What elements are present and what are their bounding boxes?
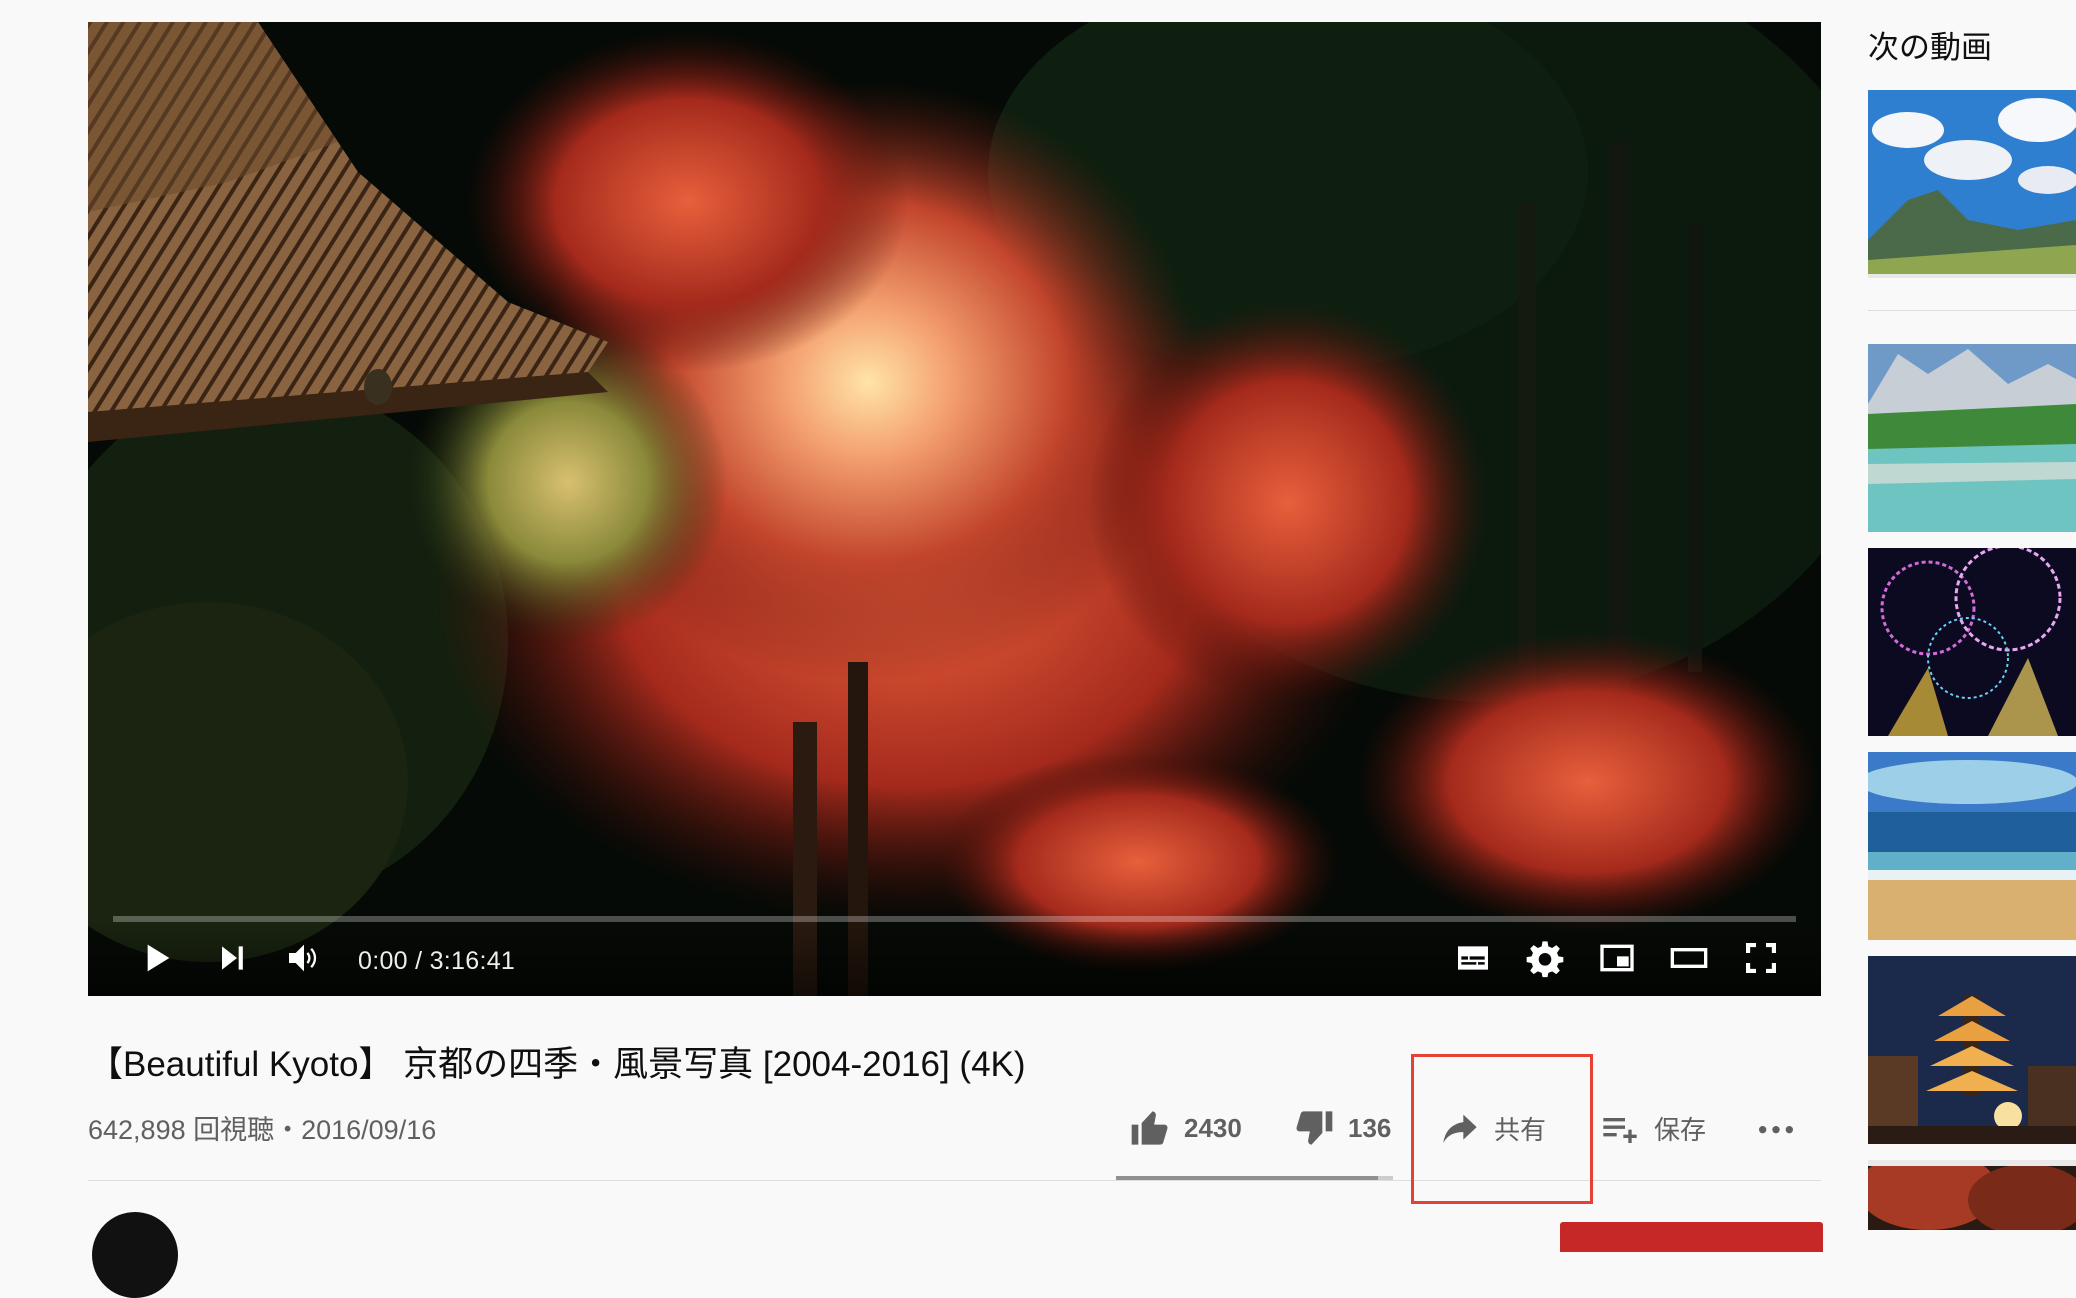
subscribe-button[interactable] [1560, 1222, 1823, 1252]
share-label: 共有 [1494, 1114, 1547, 1145]
beach-thumbnail[interactable] [1868, 752, 2076, 940]
like-count: 2430 [1184, 1112, 1242, 1143]
river-alps-thumbnail[interactable] [1868, 344, 2076, 532]
fullscreen-icon [1746, 943, 1776, 973]
pagoda-night-thumbnail[interactable] [1868, 956, 2076, 1144]
channel-avatar[interactable] [92, 1212, 178, 1298]
play-icon [147, 944, 170, 972]
gear-icon [1526, 941, 1564, 978]
dislike-count: 136 [1348, 1112, 1392, 1143]
video-player[interactable]: 0:00 / 3:16:41 [88, 22, 1821, 996]
subtitles-icon [1458, 946, 1488, 970]
view-count-and-date: 642,898 回視聴・2016/09/16 [88, 1115, 437, 1145]
theater-mode-icon [1670, 948, 1708, 968]
like-button[interactable]: 2430 [1130, 1104, 1242, 1152]
share-button[interactable]: 共有 [1440, 1104, 1546, 1152]
video-title: 【Beautiful Kyoto】 京都の四季・風景写真 [2004-2016]… [88, 1045, 1026, 1084]
save-button[interactable]: 保存 [1600, 1104, 1706, 1152]
playlist-add-icon [1603, 1118, 1637, 1143]
pagoda-night-image [1868, 956, 2076, 1144]
dislike-button[interactable]: 136 [1294, 1104, 1391, 1152]
fullscreen-button[interactable] [1735, 932, 1787, 984]
thumbs-down-icon [1296, 1111, 1333, 1145]
more-actions-button[interactable] [1756, 1104, 1796, 1152]
volume-button[interactable] [278, 932, 330, 984]
video-frame [88, 22, 1821, 996]
next-icon [222, 946, 243, 970]
settings-button[interactable] [1519, 932, 1571, 984]
next-button[interactable] [206, 932, 258, 984]
mountain-sky-thumbnail[interactable] [1868, 90, 2076, 278]
theater-mode-button[interactable] [1663, 932, 1715, 984]
play-button[interactable] [130, 932, 182, 984]
river-alps-image [1868, 344, 2076, 532]
save-label: 保存 [1654, 1114, 1707, 1145]
subtitles-button[interactable] [1447, 932, 1499, 984]
fireworks-thumbnail[interactable] [1868, 548, 2076, 736]
thumbs-up-icon [1131, 1111, 1168, 1145]
volume-icon [289, 944, 317, 972]
up-next-heading: 次の動画 [1868, 30, 1992, 65]
sidebar-divider [1868, 310, 2076, 311]
autumn-garden-image [1868, 1160, 2076, 1230]
fireworks-image [1868, 548, 2076, 736]
miniplayer-button[interactable] [1591, 932, 1643, 984]
player-controls: 0:00 / 3:16:41 [88, 920, 1821, 996]
mountain-sky-image [1868, 90, 2076, 278]
autumn-garden-thumbnail[interactable] [1868, 1160, 2076, 1230]
info-divider [88, 1180, 1821, 1181]
miniplayer-icon [1600, 944, 1634, 972]
beach-image [1868, 752, 2076, 940]
more-horizontal-icon [1759, 1126, 1793, 1134]
share-arrow-icon [1443, 1114, 1477, 1143]
time-display: 0:00 / 3:16:41 [358, 947, 516, 975]
